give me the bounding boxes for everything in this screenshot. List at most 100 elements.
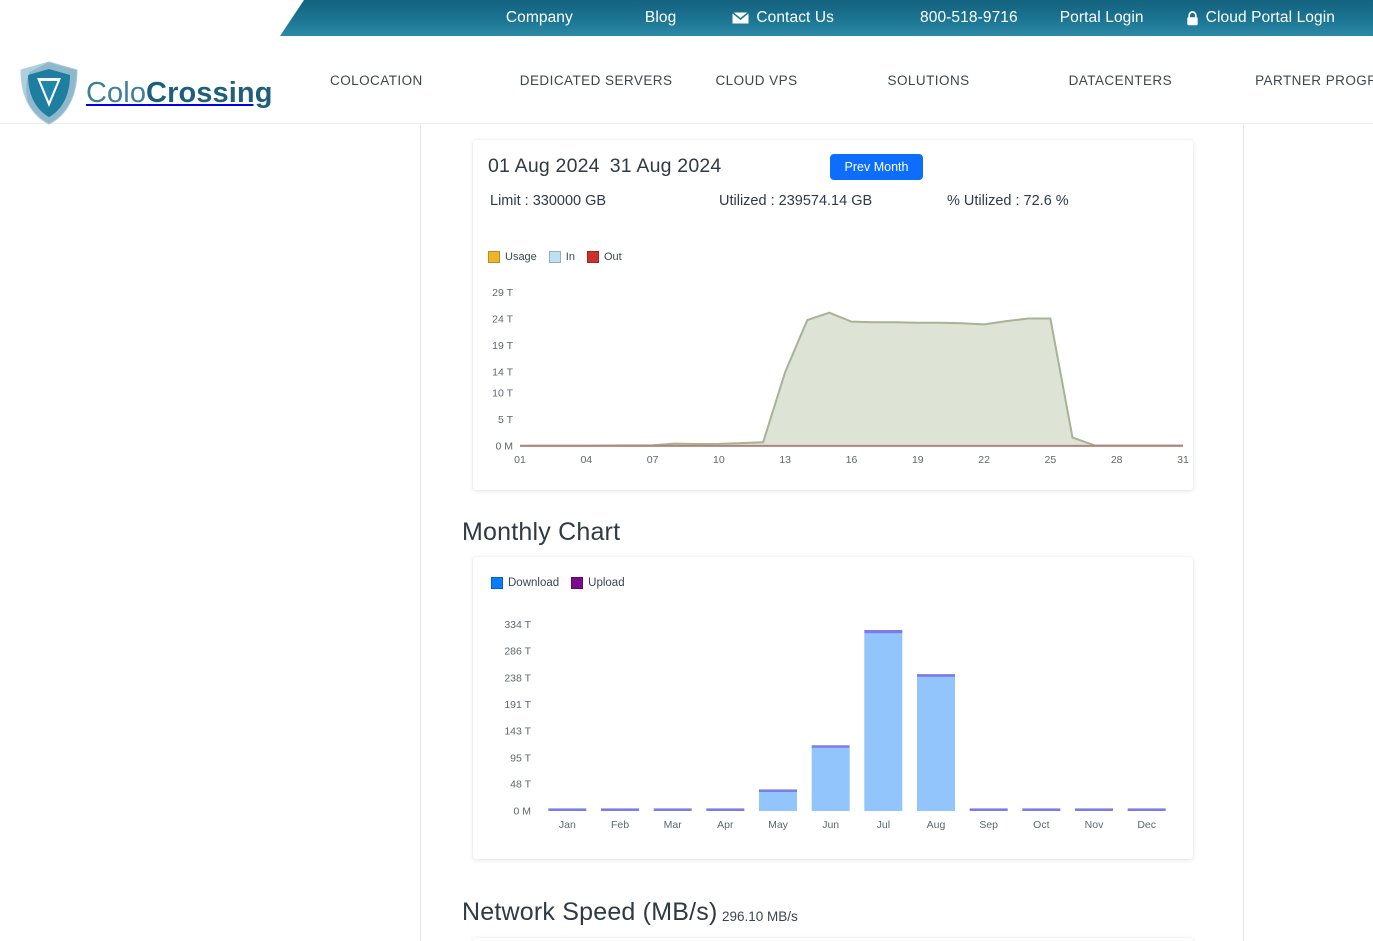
top-utility-bar: Company Blog Contact Us 800-518-9716 Por… — [0, 0, 1373, 36]
svg-text:Sep: Sep — [979, 819, 998, 831]
top-link-phone[interactable]: 800-518-9716 — [920, 0, 1018, 36]
y-axis-tick-labels: 29 T 24 T 19 T 14 T 10 T 5 T 0 M — [492, 287, 513, 452]
x-axis-tick-labels: 01 04 07 10 13 16 19 22 25 28 31 — [514, 454, 1189, 466]
top-link-contact-us-label: Contact Us — [756, 9, 834, 26]
svg-text:01: 01 — [514, 454, 526, 466]
legend-label-usage: Usage — [505, 251, 537, 263]
top-link-blog[interactable]: Blog — [645, 0, 676, 36]
svg-text:31: 31 — [1177, 454, 1189, 466]
svg-text:Apr: Apr — [717, 819, 734, 831]
top-link-company-label: Company — [505, 9, 573, 26]
stat-percent-utilized: % Utilized : 72.6 % — [947, 193, 1069, 209]
nav-item-partner-program[interactable]: PARTNER PROGRAM — [1255, 73, 1373, 88]
legend-label-upload: Upload — [588, 577, 625, 589]
brand-logo[interactable]: ColoCrossing — [18, 60, 273, 126]
brand-name: ColoCrossing — [86, 77, 273, 110]
brand-name-light: Colo — [86, 76, 147, 109]
svg-text:334 T: 334 T — [504, 619, 531, 631]
svg-text:22: 22 — [978, 454, 990, 466]
nav-links: COLOCATION DEDICATED SERVERS CLOUD VPS S… — [330, 36, 1373, 124]
svg-text:16: 16 — [846, 454, 858, 466]
legend-item-usage[interactable]: Usage — [488, 251, 537, 263]
monthly-chart-title: Monthly Chart — [462, 518, 621, 546]
page-body: 01 Aug 2024 31 Aug 2024 Prev Month Limit… — [0, 125, 1373, 941]
svg-text:95 T: 95 T — [510, 752, 531, 764]
top-link-cloud-portal-login-label: Cloud Portal Login — [1205, 9, 1335, 26]
date-range: 01 Aug 2024 31 Aug 2024 — [488, 155, 721, 178]
nav-item-datacenters[interactable]: DATACENTERS — [1069, 73, 1172, 88]
legend-item-in[interactable]: In — [548, 251, 575, 263]
nav-item-cloud-vps[interactable]: CLOUD VPS — [715, 73, 797, 88]
network-speed-title: Network Speed (MB/s) — [462, 898, 718, 926]
svg-text:Aug: Aug — [927, 819, 946, 831]
top-link-company[interactable]: Company — [506, 0, 573, 36]
lock-icon — [1186, 10, 1199, 26]
monthly-bar-chart: 334 T 286 T 238 T 191 T 143 T 95 T 48 T 0 M Jan… — [504, 619, 1166, 831]
top-link-portal-login[interactable]: Portal Login — [1060, 0, 1144, 36]
usage-stats: Limit : 330000 GB Utilized : 239574.14 G… — [490, 193, 1180, 213]
legend-swatch-upload — [571, 577, 584, 589]
legend-label-download: Download — [508, 577, 560, 589]
prev-month-button[interactable]: Prev Month — [830, 154, 923, 180]
legend-swatch-usage — [488, 251, 500, 263]
y-axis-tick-labels: 334 T 286 T 238 T 191 T 143 T 95 T 48 T 0 M — [504, 619, 531, 818]
svg-text:24 T: 24 T — [492, 314, 513, 326]
shield-logo-icon — [18, 60, 80, 126]
legend-item-out[interactable]: Out — [586, 251, 622, 263]
svg-text:10 T: 10 T — [492, 388, 513, 400]
svg-text:5 T: 5 T — [498, 414, 514, 426]
svg-text:Jun: Jun — [822, 819, 839, 831]
svg-text:29 T: 29 T — [492, 287, 513, 299]
svg-text:Oct: Oct — [1033, 819, 1049, 831]
svg-text:0 M: 0 M — [513, 806, 531, 818]
top-link-cloud-portal-login[interactable]: Cloud Portal Login — [1186, 0, 1335, 36]
svg-text:48 T: 48 T — [510, 779, 531, 791]
usage-area-fill — [520, 312, 1183, 446]
network-speed-value: 296.10 MB/s — [722, 909, 798, 924]
svg-text:28: 28 — [1111, 454, 1123, 466]
nav-item-solutions[interactable]: SOLUTIONS — [888, 73, 970, 88]
top-link-phone-label: 800-518-9716 — [920, 9, 1018, 26]
legend-swatch-in — [548, 251, 561, 263]
svg-text:04: 04 — [580, 454, 592, 466]
legend-item-upload[interactable]: Upload — [571, 577, 625, 589]
date-range-end: 31 Aug 2024 — [609, 155, 722, 177]
top-link-contact-us[interactable]: Contact Us — [732, 0, 834, 36]
svg-text:Feb: Feb — [611, 819, 629, 831]
legend-item-download[interactable]: Download — [491, 577, 559, 589]
svg-text:07: 07 — [647, 454, 659, 466]
x-axis-tick-labels: Jan Feb Mar Apr May Jun Jul Aug Sep Oct Nov Dec — [559, 819, 1156, 831]
svg-text:286 T: 286 T — [504, 646, 531, 658]
svg-text:143 T: 143 T — [504, 726, 531, 738]
svg-text:14 T: 14 T — [492, 366, 513, 378]
stat-limit: Limit : 330000 GB — [490, 193, 607, 209]
monthly-chart-card: Download Upload 334 T 286 T 238 T 191 T 143 … — [473, 557, 1193, 859]
svg-text:Dec: Dec — [1137, 819, 1156, 831]
brand-name-bold: Crossing — [146, 76, 273, 109]
top-link-blog-label: Blog — [644, 9, 677, 26]
monthly-chart-legend: Download Upload — [491, 577, 625, 589]
svg-text:191 T: 191 T — [504, 699, 531, 711]
stat-utilized: Utilized : 239574.14 GB — [719, 193, 873, 209]
svg-text:Nov: Nov — [1085, 819, 1104, 831]
legend-swatch-out — [586, 251, 599, 263]
usage-chart-legend: Usage In Out — [488, 251, 628, 263]
top-link-portal-login-label: Portal Login — [1059, 9, 1144, 26]
main-content-column: 01 Aug 2024 31 Aug 2024 Prev Month Limit… — [421, 125, 1243, 941]
nav-item-dedicated-servers[interactable]: DEDICATED SERVERS — [520, 73, 673, 88]
main-navigation-bar: ColoCrossing COLOCATION DEDICATED SERVER… — [0, 36, 1373, 126]
legend-swatch-download — [491, 577, 503, 589]
svg-text:25: 25 — [1045, 454, 1057, 466]
date-range-start: 01 Aug 2024 — [488, 155, 600, 177]
nav-item-colocation[interactable]: COLOCATION — [330, 73, 423, 88]
legend-label-in: In — [565, 251, 575, 263]
legend-label-out: Out — [603, 251, 622, 263]
right-column-divider — [1243, 125, 1244, 941]
daily-usage-area-chart: 29 T 24 T 19 T 14 T 10 T 5 T 0 M 01 04 07 10 13 16 1… — [492, 287, 1189, 466]
svg-text:Mar: Mar — [664, 819, 683, 831]
svg-text:10: 10 — [713, 454, 725, 466]
daily-usage-card: 01 Aug 2024 31 Aug 2024 Prev Month Limit… — [473, 140, 1193, 490]
mail-icon — [732, 12, 750, 24]
svg-text:Jul: Jul — [877, 819, 890, 831]
svg-text:13: 13 — [779, 454, 791, 466]
